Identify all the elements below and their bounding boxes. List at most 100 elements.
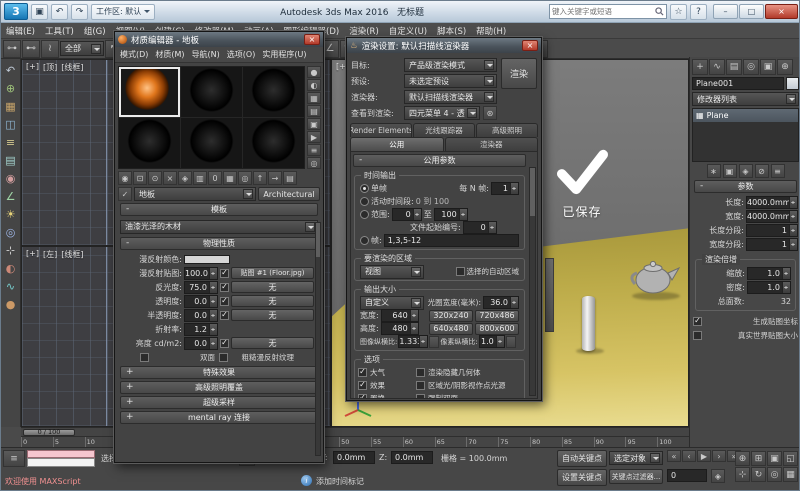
shininess-spinner[interactable]: 75.0 [184,281,218,294]
timeline-tick[interactable]: 0 [21,437,53,447]
tab-hierarchy-icon[interactable]: ▤ [726,59,742,75]
viewport-view-button[interactable]: [顶] [43,62,57,73]
maxscript-listener-line[interactable] [27,458,95,467]
render-setup-titlebar[interactable]: ♨ 渲染设置: 默认扫描线渲染器 × [347,38,541,53]
key-filters-button[interactable]: 关键点过滤器... [609,469,663,484]
raw-diffuse-texture-checkbox[interactable] [219,353,228,362]
pixel-aspect-spinner[interactable]: 1.0 [479,335,505,348]
field-of-view-icon[interactable]: ◎ [767,467,782,482]
image-aspect-spinner[interactable]: 1.333 [398,335,428,348]
help-icon[interactable]: ? [690,4,707,20]
timeline-tick[interactable]: 85 [562,437,594,447]
camera-tool-icon[interactable]: ◎ [3,224,19,240]
menu-item[interactable]: 自定义(U) [384,25,432,37]
ior-spinner[interactable]: 1.2 [184,323,218,336]
menu-item[interactable]: 组(G) [79,25,111,37]
viewport-menu-button[interactable]: [+] [26,62,39,73]
rollout-header[interactable]: 特殊效果 [120,366,318,379]
render-setup-tab[interactable]: 高级照明 [476,123,538,137]
array-tool-icon[interactable]: ▦ [3,98,19,114]
add-time-tag[interactable]: 添加时间标记 [316,476,364,487]
object-color-swatch[interactable] [786,77,799,90]
file-number-base-spinner[interactable]: 0 [463,221,497,234]
timeline-tick[interactable]: 80 [530,437,562,447]
force-2-sided-checkbox[interactable] [416,394,425,400]
frames-field[interactable]: 1,3,5-12 [384,234,519,247]
show-end-result-icon[interactable]: ◎ [238,171,252,185]
go-forward-to-sibling-icon[interactable]: → [268,171,282,185]
material-sample-slot[interactable] [119,118,180,168]
material-map-navigator-icon[interactable]: ▤ [283,171,297,185]
key-filter-dropdown[interactable]: 选定对象 [609,451,663,465]
favorites-icon[interactable]: ☆ [670,4,687,20]
bind-to-space-warp-icon[interactable]: ≀ [41,40,59,58]
output-height-spinner[interactable]: 480 [381,322,419,335]
maximize-viewport-toggle-icon[interactable]: ▦ [783,467,798,482]
video-color-check-icon[interactable]: ▣ [307,118,321,130]
width-spinner[interactable]: 4000.0mm [746,210,798,223]
modifier-stack[interactable]: ▦ Plane [692,108,799,162]
generate-mapping-coords-checkbox[interactable] [693,317,702,326]
undo-icon[interactable]: ↶ [51,4,68,20]
size-preset-640-button[interactable]: 640x480 [429,323,473,335]
sample-uv-tiling-icon[interactable]: ▤ [307,105,321,117]
menu-item[interactable]: 编辑(E) [1,25,40,37]
rollout-physical-qualities[interactable]: 物理性质 [120,237,318,250]
transparency-map-button[interactable]: 无 [231,295,314,307]
current-frame-field[interactable]: 0 [667,469,707,482]
modifier-stack-item[interactable]: ▦ Plane [693,109,798,122]
menu-item[interactable]: 渲染(R) [344,25,384,37]
make-material-copy-icon[interactable]: ◈ [178,171,192,185]
redo-icon[interactable]: ↷ [71,4,88,20]
rollout-header[interactable]: 高级照明覆盖 [120,381,318,394]
unlink-selection-icon[interactable]: ⊷ [22,40,40,58]
diffuse-map-amount-spinner[interactable]: 100.0 [184,267,218,280]
timeline-tick[interactable]: 65 [435,437,467,447]
menu-item[interactable]: 选项(O) [227,49,256,60]
timeline-tick[interactable]: 10 [85,437,117,447]
view-to-render-dropdown[interactable]: 四元菜单 4 - 透视 [404,106,480,120]
lock-view-toggle-icon[interactable]: ⊛ [483,106,497,120]
macro-recorder-line[interactable] [27,450,95,458]
rollout-header[interactable]: mental ray 连接 [120,411,318,424]
application-menu-button[interactable]: 3 [4,3,28,20]
render-hidden-geometry-checkbox[interactable] [416,368,425,377]
z-coordinate-field[interactable]: 0.0mm [391,451,433,464]
mirror-tool-icon[interactable]: ◫ [3,116,19,132]
put-to-library-icon[interactable]: ▥ [193,171,207,185]
timeline-tick[interactable]: 50 [339,437,371,447]
timeline-tick[interactable]: 95 [625,437,657,447]
two-sided-checkbox[interactable] [140,353,149,362]
maxscript-mini-listener-icon[interactable]: ≡ [3,450,25,467]
menu-item[interactable]: 材质(M) [155,49,184,60]
go-to-parent-icon[interactable]: ↑ [253,171,267,185]
diffuse-map-button[interactable]: 贴图 #1 (Floor.jpg) [231,267,314,279]
timeline-tick[interactable]: 5 [53,437,85,447]
paint-tool-icon[interactable]: ◐ [3,260,19,276]
put-to-scene-icon[interactable]: ⊡ [133,171,147,185]
length-spinner[interactable]: 4000.0mm [746,196,798,209]
render-setup-tab[interactable]: Render Elements [350,123,412,137]
zoom-icon[interactable]: ⊕ [735,451,750,466]
undo-view-icon[interactable]: ↶ [3,62,19,78]
transparency-spinner[interactable]: 0.0 [184,295,218,308]
aperture-width-spinner[interactable]: 36.0 [483,296,519,309]
set-key-button[interactable]: 设置关键点 [557,469,607,486]
timeline-tick[interactable]: 55 [371,437,403,447]
sample-type-icon[interactable]: ● [307,66,321,78]
preset-dropdown[interactable]: 未选定预设 [404,74,497,88]
shininess-map-button[interactable]: 无 [231,281,314,293]
luminance-map-button[interactable]: 无 [231,337,314,349]
material-type-button[interactable]: Architectural [258,187,320,201]
remove-modifier-icon[interactable]: ⊘ [755,164,769,178]
scale-spinner[interactable]: 1.0 [747,267,791,280]
range-from-spinner[interactable]: 0 [392,208,422,221]
snapshot-icon[interactable]: ◉ [3,170,19,186]
play-animation-icon[interactable]: ▶ [697,450,711,462]
rollout-parameters[interactable]: 参数 [694,180,797,193]
get-material-icon[interactable]: ◉ [118,171,132,185]
translucency-map-button[interactable]: 无 [231,309,314,321]
displacement-checkbox[interactable] [358,394,367,400]
y-coordinate-field[interactable]: 0.0mm [333,451,375,464]
menu-item[interactable]: 实用程序(U) [262,49,306,60]
